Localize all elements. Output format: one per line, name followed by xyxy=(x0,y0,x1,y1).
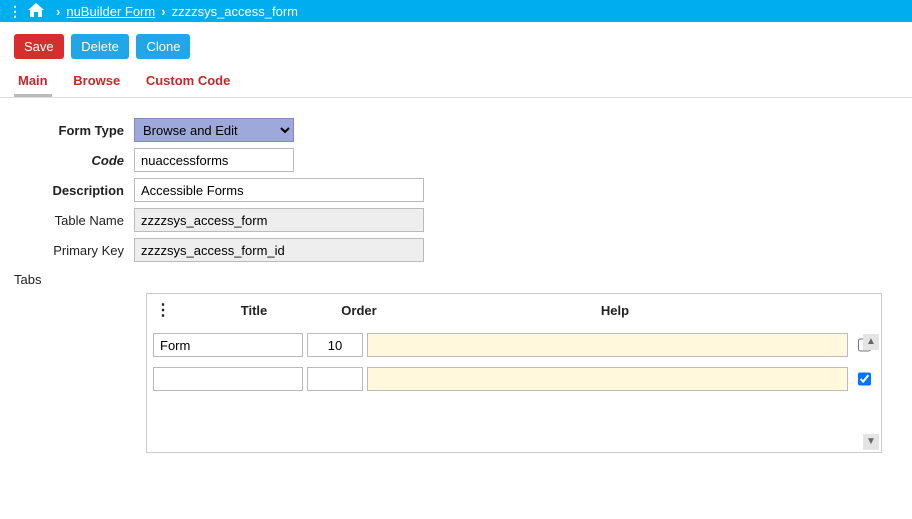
tabs-subgrid: ⋮ Title Order Help ▲ ▼ xyxy=(146,293,882,453)
label-form-type: Form Type xyxy=(14,123,134,138)
grid-row-checkbox[interactable] xyxy=(858,367,871,391)
label-primary-key: Primary Key xyxy=(14,243,134,258)
col-header-help: Help xyxy=(389,303,841,318)
grid-order-input[interactable] xyxy=(307,367,363,391)
tab-browse[interactable]: Browse xyxy=(69,69,124,94)
grid-help-input[interactable] xyxy=(367,367,848,391)
label-code: Code xyxy=(14,153,134,168)
menu-dots-icon[interactable]: ⋮ xyxy=(8,3,22,20)
grid-options-icon[interactable]: ⋮ xyxy=(155,300,171,320)
breadcrumb-bar: ⋮ › nuBuilder Form › zzzzsys_access_form xyxy=(0,0,912,22)
toolbar: Save Delete Clone xyxy=(0,22,912,69)
table-row xyxy=(153,330,875,360)
table-row xyxy=(153,364,875,394)
clone-button[interactable]: Clone xyxy=(136,34,190,59)
col-header-order: Order xyxy=(329,303,389,318)
breadcrumb-separator: › xyxy=(56,4,60,19)
col-header-title: Title xyxy=(179,303,329,318)
breadcrumb-separator: › xyxy=(161,4,165,19)
grid-help-input[interactable] xyxy=(367,333,848,357)
tab-custom[interactable]: Custom Code xyxy=(142,69,235,94)
subgrid-header: ⋮ Title Order Help xyxy=(147,294,881,330)
primary-key-input[interactable] xyxy=(134,238,424,262)
table-name-input[interactable] xyxy=(134,208,424,232)
label-description: Description xyxy=(14,183,134,198)
description-input[interactable] xyxy=(134,178,424,202)
home-icon[interactable] xyxy=(28,3,44,20)
code-input[interactable] xyxy=(134,148,294,172)
grid-title-input[interactable] xyxy=(153,333,303,357)
tab-main[interactable]: Main xyxy=(14,69,52,97)
form-type-select[interactable]: Browse and Edit xyxy=(134,118,294,142)
tab-bar: Main Browse Custom Code xyxy=(0,69,912,98)
scroll-up-icon[interactable]: ▲ xyxy=(863,334,879,350)
breadcrumb-app[interactable]: nuBuilder Form xyxy=(66,4,155,19)
form-area: Form Type Browse and Edit Code Descripti… xyxy=(0,98,912,467)
save-button[interactable]: Save xyxy=(14,34,64,59)
grid-order-input[interactable] xyxy=(307,333,363,357)
grid-title-input[interactable] xyxy=(153,367,303,391)
scroll-down-icon[interactable]: ▼ xyxy=(863,434,879,450)
subgrid-rows xyxy=(147,330,881,394)
breadcrumb-page: zzzzsys_access_form xyxy=(172,4,298,19)
label-tabs: Tabs xyxy=(14,268,41,287)
delete-button[interactable]: Delete xyxy=(71,34,129,59)
label-table-name: Table Name xyxy=(14,213,134,228)
